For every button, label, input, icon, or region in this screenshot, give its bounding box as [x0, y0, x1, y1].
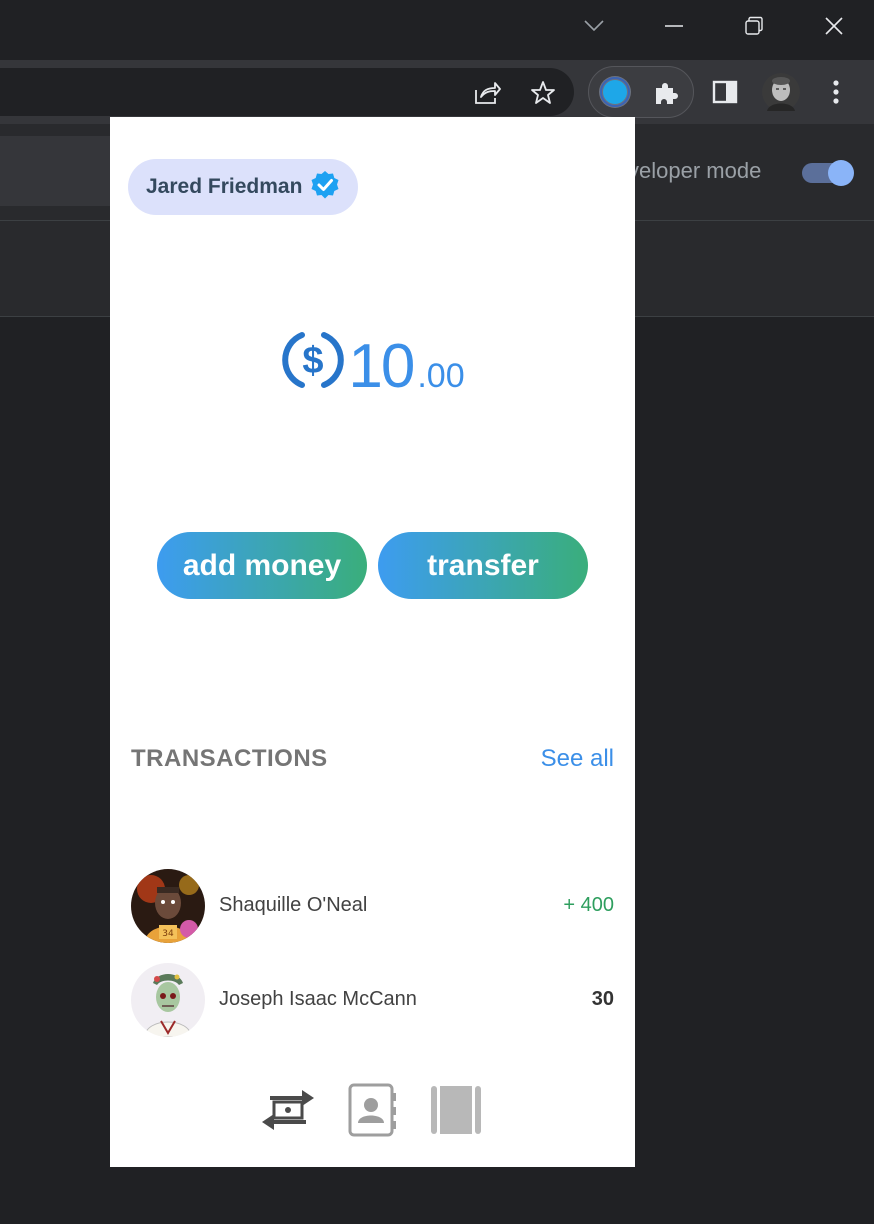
transaction-amount: + 400 — [563, 894, 614, 916]
user-profile-pill[interactable]: Jared Friedman — [128, 159, 359, 215]
transaction-row[interactable]: 34 Shaquille O'Neal + 400 — [131, 869, 614, 945]
transaction-row[interactable]: Joseph Isaac McCann 30 — [131, 963, 614, 1039]
extensions-puzzle-icon[interactable] — [647, 74, 685, 112]
nft-avatar-basketball: 34 — [131, 869, 205, 943]
wallet-popup: Jared Friedman $ 10 .00 add money transf… — [110, 117, 635, 1167]
extension-button-group — [588, 66, 694, 118]
bookmark-star-icon[interactable] — [526, 76, 560, 110]
transfer-arrows-icon[interactable] — [260, 1082, 316, 1138]
svg-text:34: 34 — [162, 929, 174, 939]
add-money-button[interactable]: add money — [157, 532, 367, 599]
contacts-book-icon[interactable] — [344, 1082, 400, 1138]
close-window-icon[interactable] — [814, 10, 854, 42]
transaction-amount: 30 — [591, 988, 614, 1010]
svg-text:$: $ — [303, 340, 324, 382]
toggle-knob — [828, 160, 854, 186]
transfer-button[interactable]: transfer — [378, 532, 588, 599]
tab-search-chevron-icon[interactable] — [574, 10, 614, 42]
extensions-search-bar[interactable] — [0, 136, 110, 206]
more-menu-icon[interactable] — [820, 74, 852, 110]
balance-display: $ 10 .00 — [110, 327, 635, 398]
share-icon[interactable] — [470, 76, 504, 110]
verified-badge-icon — [310, 170, 340, 205]
browser-toolbar — [0, 60, 874, 124]
side-panel-icon[interactable] — [706, 74, 744, 110]
transaction-name: Joseph Isaac McCann — [219, 988, 417, 1010]
balance-whole: 10 — [348, 332, 415, 401]
address-bar[interactable] — [0, 68, 574, 116]
balance-decimal: .00 — [417, 357, 465, 395]
nft-avatar-zombie — [131, 963, 205, 1037]
see-all-link[interactable]: See all — [541, 745, 614, 773]
minimize-icon[interactable] — [654, 10, 694, 42]
developer-mode-toggle[interactable] — [800, 160, 856, 186]
developer-mode-label: veloper mode — [628, 158, 762, 183]
restore-icon[interactable] — [734, 10, 774, 42]
transactions-title: TRANSACTIONS — [131, 745, 328, 772]
transaction-name: Shaquille O'Neal — [219, 894, 368, 916]
wallet-extension-icon[interactable] — [593, 70, 637, 114]
browser-titlebar — [0, 0, 874, 60]
user-name: Jared Friedman — [146, 175, 303, 198]
profile-avatar[interactable] — [760, 71, 802, 113]
usdc-coin-icon: $ — [280, 327, 346, 398]
ledger-book-icon[interactable] — [428, 1082, 484, 1138]
